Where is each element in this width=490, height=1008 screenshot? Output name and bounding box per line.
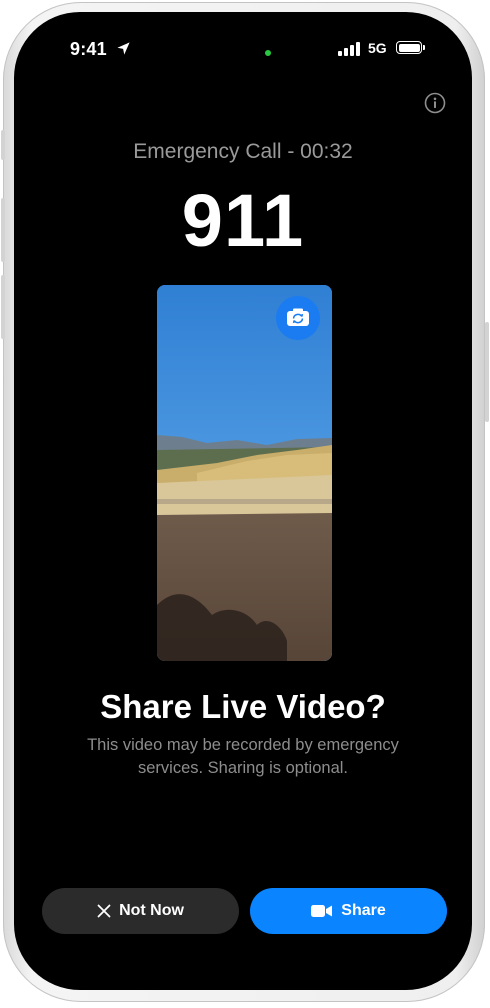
not-now-label: Not Now xyxy=(119,902,184,919)
status-time: 9:41 xyxy=(70,39,107,59)
status-bar: 9:41 5G xyxy=(14,12,472,72)
share-video-title: Share Live Video? xyxy=(100,688,386,725)
camera-in-use-indicator xyxy=(265,50,271,56)
share-button[interactable]: Share xyxy=(250,888,447,934)
side-button-left-2 xyxy=(1,198,5,262)
screen: 9:41 5G Emergency Call - 00:32 911 Share… xyxy=(14,12,472,990)
call-status-label: Emergency Call - 00:32 xyxy=(133,140,353,163)
battery-cap xyxy=(423,45,425,50)
location-arrow-icon xyxy=(117,42,130,55)
share-label: Share xyxy=(341,902,386,919)
side-button-left-1 xyxy=(1,130,5,160)
signal-bars-icon xyxy=(338,42,360,56)
live-video-preview xyxy=(157,285,332,661)
side-button-right xyxy=(485,322,489,422)
share-video-description: This video may be recorded by emergency … xyxy=(87,736,399,777)
video-camera-icon xyxy=(311,905,333,917)
info-icon[interactable] xyxy=(424,92,446,114)
side-button-left-3 xyxy=(1,275,5,339)
camera-flip-button[interactable] xyxy=(276,296,320,340)
network-type: 5G xyxy=(368,40,387,56)
dialed-number: 911 xyxy=(181,179,305,262)
battery-icon xyxy=(396,41,422,54)
close-icon xyxy=(97,904,111,918)
camera-flip-icon xyxy=(287,308,309,326)
not-now-button[interactable]: Not Now xyxy=(42,888,239,934)
video-frame xyxy=(157,285,332,661)
